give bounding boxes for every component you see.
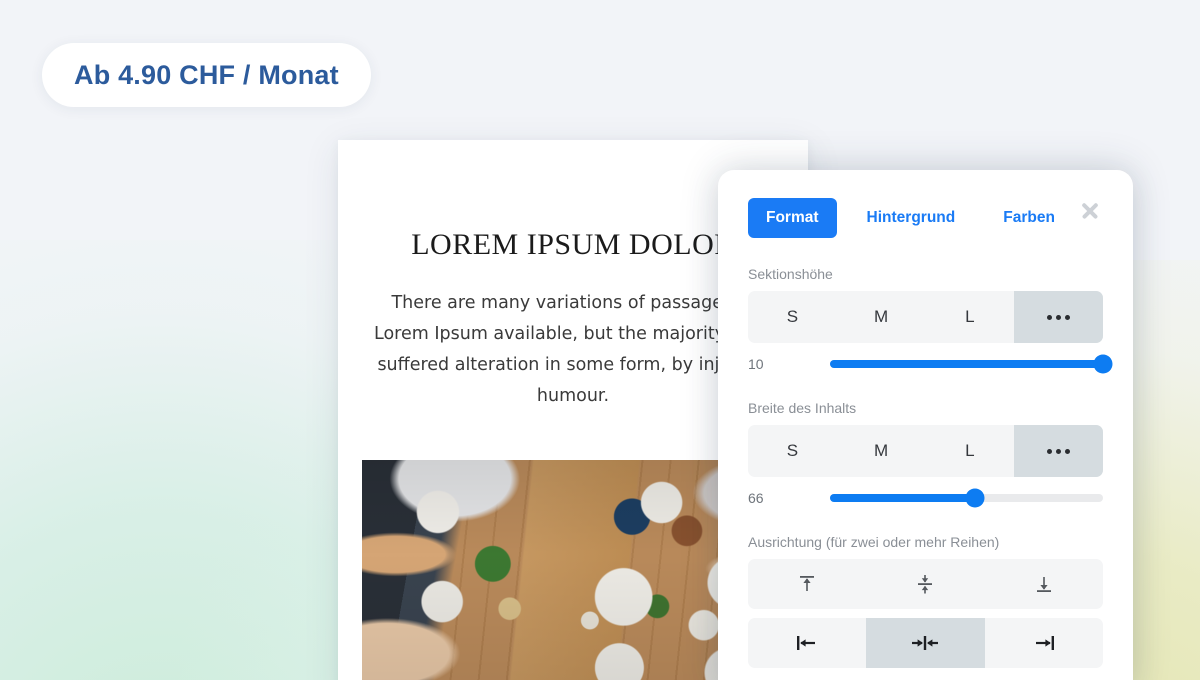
align-bottom-button[interactable] (985, 559, 1103, 609)
content-width-slider-row: 66 (748, 488, 1103, 508)
vertical-alignment-group (748, 559, 1103, 609)
alignment-label: Ausrichtung (für zwei oder mehr Reihen) (748, 534, 1000, 550)
content-width-slider-fill (830, 494, 975, 502)
horizontal-alignment-group (748, 618, 1103, 668)
tab-format[interactable]: Format (748, 198, 837, 238)
content-width-option-s[interactable]: S (748, 425, 837, 477)
content-width-slider[interactable] (830, 488, 1103, 508)
align-center-icon (912, 636, 939, 650)
paragraph-line: Lorem Ipsum available, but the majority … (374, 324, 774, 344)
section-height-option-m[interactable]: M (837, 291, 926, 343)
section-height-segmented-control: S M L (748, 291, 1103, 343)
align-right-button[interactable] (985, 618, 1103, 668)
section-height-option-more[interactable] (1014, 291, 1103, 343)
section-height-slider[interactable] (830, 354, 1113, 374)
content-width-option-m[interactable]: M (837, 425, 926, 477)
content-width-segmented-control: S M L (748, 425, 1103, 477)
content-width-option-more[interactable] (1014, 425, 1103, 477)
paragraph-line: humour. (536, 386, 610, 406)
price-badge-label: Ab 4.90 CHF / Monat (74, 59, 339, 90)
format-settings-panel: Format Hintergrund Farben Sektionshöhe S… (718, 170, 1133, 680)
align-left-icon (797, 636, 816, 650)
tab-farben[interactable]: Farben (985, 198, 1073, 238)
align-middle-icon (918, 575, 933, 594)
document-paragraph: There are many variations of passages of… (374, 288, 774, 412)
tab-hintergrund[interactable]: Hintergrund (849, 198, 974, 238)
paragraph-line: suffered alteration in some form, by inj… (377, 355, 769, 375)
section-height-option-s[interactable]: S (748, 291, 837, 343)
section-height-value: 10 (748, 356, 764, 372)
align-bottom-icon (1036, 577, 1051, 592)
section-height-label: Sektionshöhe (748, 266, 833, 282)
align-right-icon (1035, 636, 1054, 650)
ellipsis-icon (1047, 448, 1071, 454)
section-height-slider-thumb[interactable] (1093, 354, 1113, 374)
align-center-button[interactable] (866, 618, 985, 668)
ellipsis-icon (1047, 314, 1071, 320)
align-middle-button[interactable] (866, 559, 984, 609)
content-width-value: 66 (748, 490, 764, 506)
content-width-option-l[interactable]: L (926, 425, 1015, 477)
section-height-slider-fill (830, 360, 1103, 368)
paragraph-line: There are many variations of passages of (391, 293, 755, 313)
close-icon[interactable] (1077, 198, 1103, 224)
align-left-button[interactable] (748, 618, 866, 668)
content-width-label: Breite des Inhalts (748, 400, 857, 416)
document-title: LOREM IPSUM DOLOR (411, 228, 735, 261)
screenshot-root: LOREM IPSUM DOLOR There are many variati… (0, 0, 1200, 680)
section-height-slider-row: 10 (748, 354, 1113, 374)
panel-tab-bar: Format Hintergrund Farben (748, 170, 1103, 238)
content-width-slider-thumb[interactable] (965, 488, 985, 508)
price-badge: Ab 4.90 CHF / Monat (42, 43, 371, 107)
align-top-icon (800, 576, 815, 591)
align-top-button[interactable] (748, 559, 866, 609)
section-height-option-l[interactable]: L (926, 291, 1015, 343)
